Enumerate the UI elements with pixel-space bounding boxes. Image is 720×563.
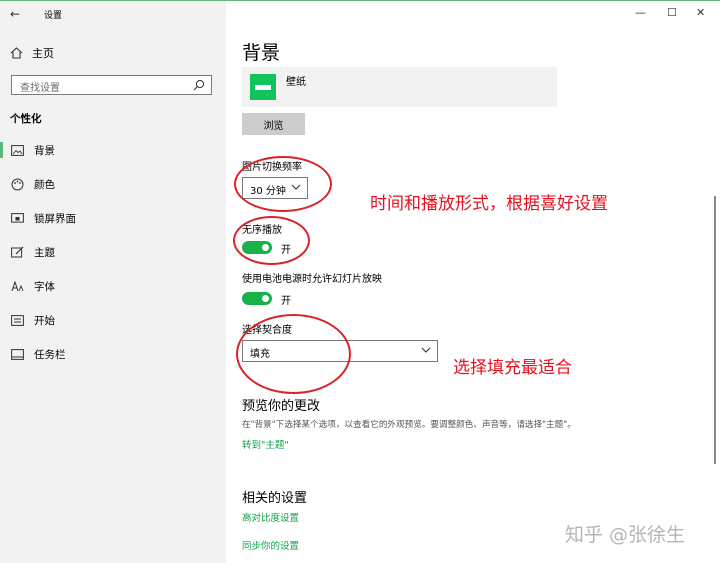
font-icon [10, 279, 24, 293]
annotation-circle [234, 156, 332, 212]
page-title: 背景 [242, 42, 281, 64]
battery-slideshow-label: 使用电池电源时允许幻灯片放映 [242, 274, 382, 285]
related-settings-title: 相关的设置 [242, 491, 308, 506]
back-button[interactable]: ← [10, 7, 20, 21]
picture-icon [10, 143, 24, 157]
sync-settings-link[interactable]: 同步你的设置 [242, 538, 299, 552]
wallpaper-preview: 壁纸 [242, 67, 557, 107]
preview-title: 预览你的更改 [242, 399, 321, 414]
sidebar-item-label: 颜色 [34, 178, 55, 191]
chevron-down-icon [421, 347, 431, 353]
wallpaper-label: 壁纸 [286, 77, 306, 88]
high-contrast-link[interactable]: 高对比度设置 [242, 510, 299, 524]
search-icon [193, 79, 205, 91]
sidebar-item-colors[interactable]: 颜色 [0, 173, 226, 195]
annotation-circle [233, 216, 310, 265]
palette-icon [10, 177, 24, 191]
annotation-note-timing: 时间和播放形式，根据喜好设置 [370, 194, 608, 214]
sidebar-item-lock-screen[interactable]: 锁屏界面 [0, 207, 226, 229]
taskbar-icon [10, 347, 24, 361]
sidebar-item-label: 主题 [34, 246, 55, 259]
scrollbar[interactable] [714, 196, 716, 464]
search-placeholder: 查找设置 [20, 83, 60, 94]
annotation-note-fill: 选择填充最适合 [453, 358, 572, 378]
battery-slideshow-toggle[interactable] [242, 292, 272, 305]
sidebar-item-label: 背景 [34, 144, 55, 157]
close-button[interactable]: ✕ [696, 6, 705, 19]
window-title: 设置 [44, 11, 63, 21]
preview-description: 在"背景"下选择某个选项，以查看它的外观预览。要调整颜色、声音等，请选择"主题"… [242, 420, 576, 430]
home-label: 主页 [32, 47, 54, 60]
wallpaper-icon [250, 74, 276, 100]
home-link[interactable]: 主页 [10, 45, 54, 61]
sidebar-item-taskbar[interactable]: 任务栏 [0, 343, 226, 365]
start-icon [10, 313, 24, 327]
sidebar-item-fonts[interactable]: 字体 [0, 275, 226, 297]
sidebar-item-themes[interactable]: 主题 [0, 241, 226, 263]
theme-icon [10, 245, 24, 259]
maximize-button[interactable]: ☐ [667, 6, 677, 19]
section-title-personalization: 个性化 [10, 113, 42, 125]
go-to-themes-link[interactable]: 转到"主题" [242, 437, 289, 451]
sidebar-item-label: 任务栏 [34, 348, 66, 361]
battery-slideshow-state: 开 [281, 296, 291, 307]
sidebar: ← 设置 主页 查找设置 个性化 背景 颜色 锁屏界面 主题 字体 开始 任务栏 [0, 1, 226, 563]
search-input[interactable]: 查找设置 [11, 75, 212, 95]
main-content: — ☐ ✕ 背景 壁纸 浏览 图片切换频率 30 分钟 无序播放 开 使用电池电… [226, 1, 720, 563]
browse-button[interactable]: 浏览 [242, 113, 305, 135]
sidebar-item-start[interactable]: 开始 [0, 309, 226, 331]
lock-screen-icon [10, 211, 24, 225]
sidebar-item-label: 开始 [34, 314, 55, 327]
home-icon [10, 47, 23, 59]
minimize-button[interactable]: — [635, 6, 646, 19]
sidebar-item-background[interactable]: 背景 [0, 139, 226, 161]
sidebar-item-label: 字体 [34, 280, 55, 293]
annotation-circle [236, 314, 351, 394]
watermark: 知乎 @张徐生 [565, 524, 686, 546]
sidebar-item-label: 锁屏界面 [34, 212, 76, 225]
